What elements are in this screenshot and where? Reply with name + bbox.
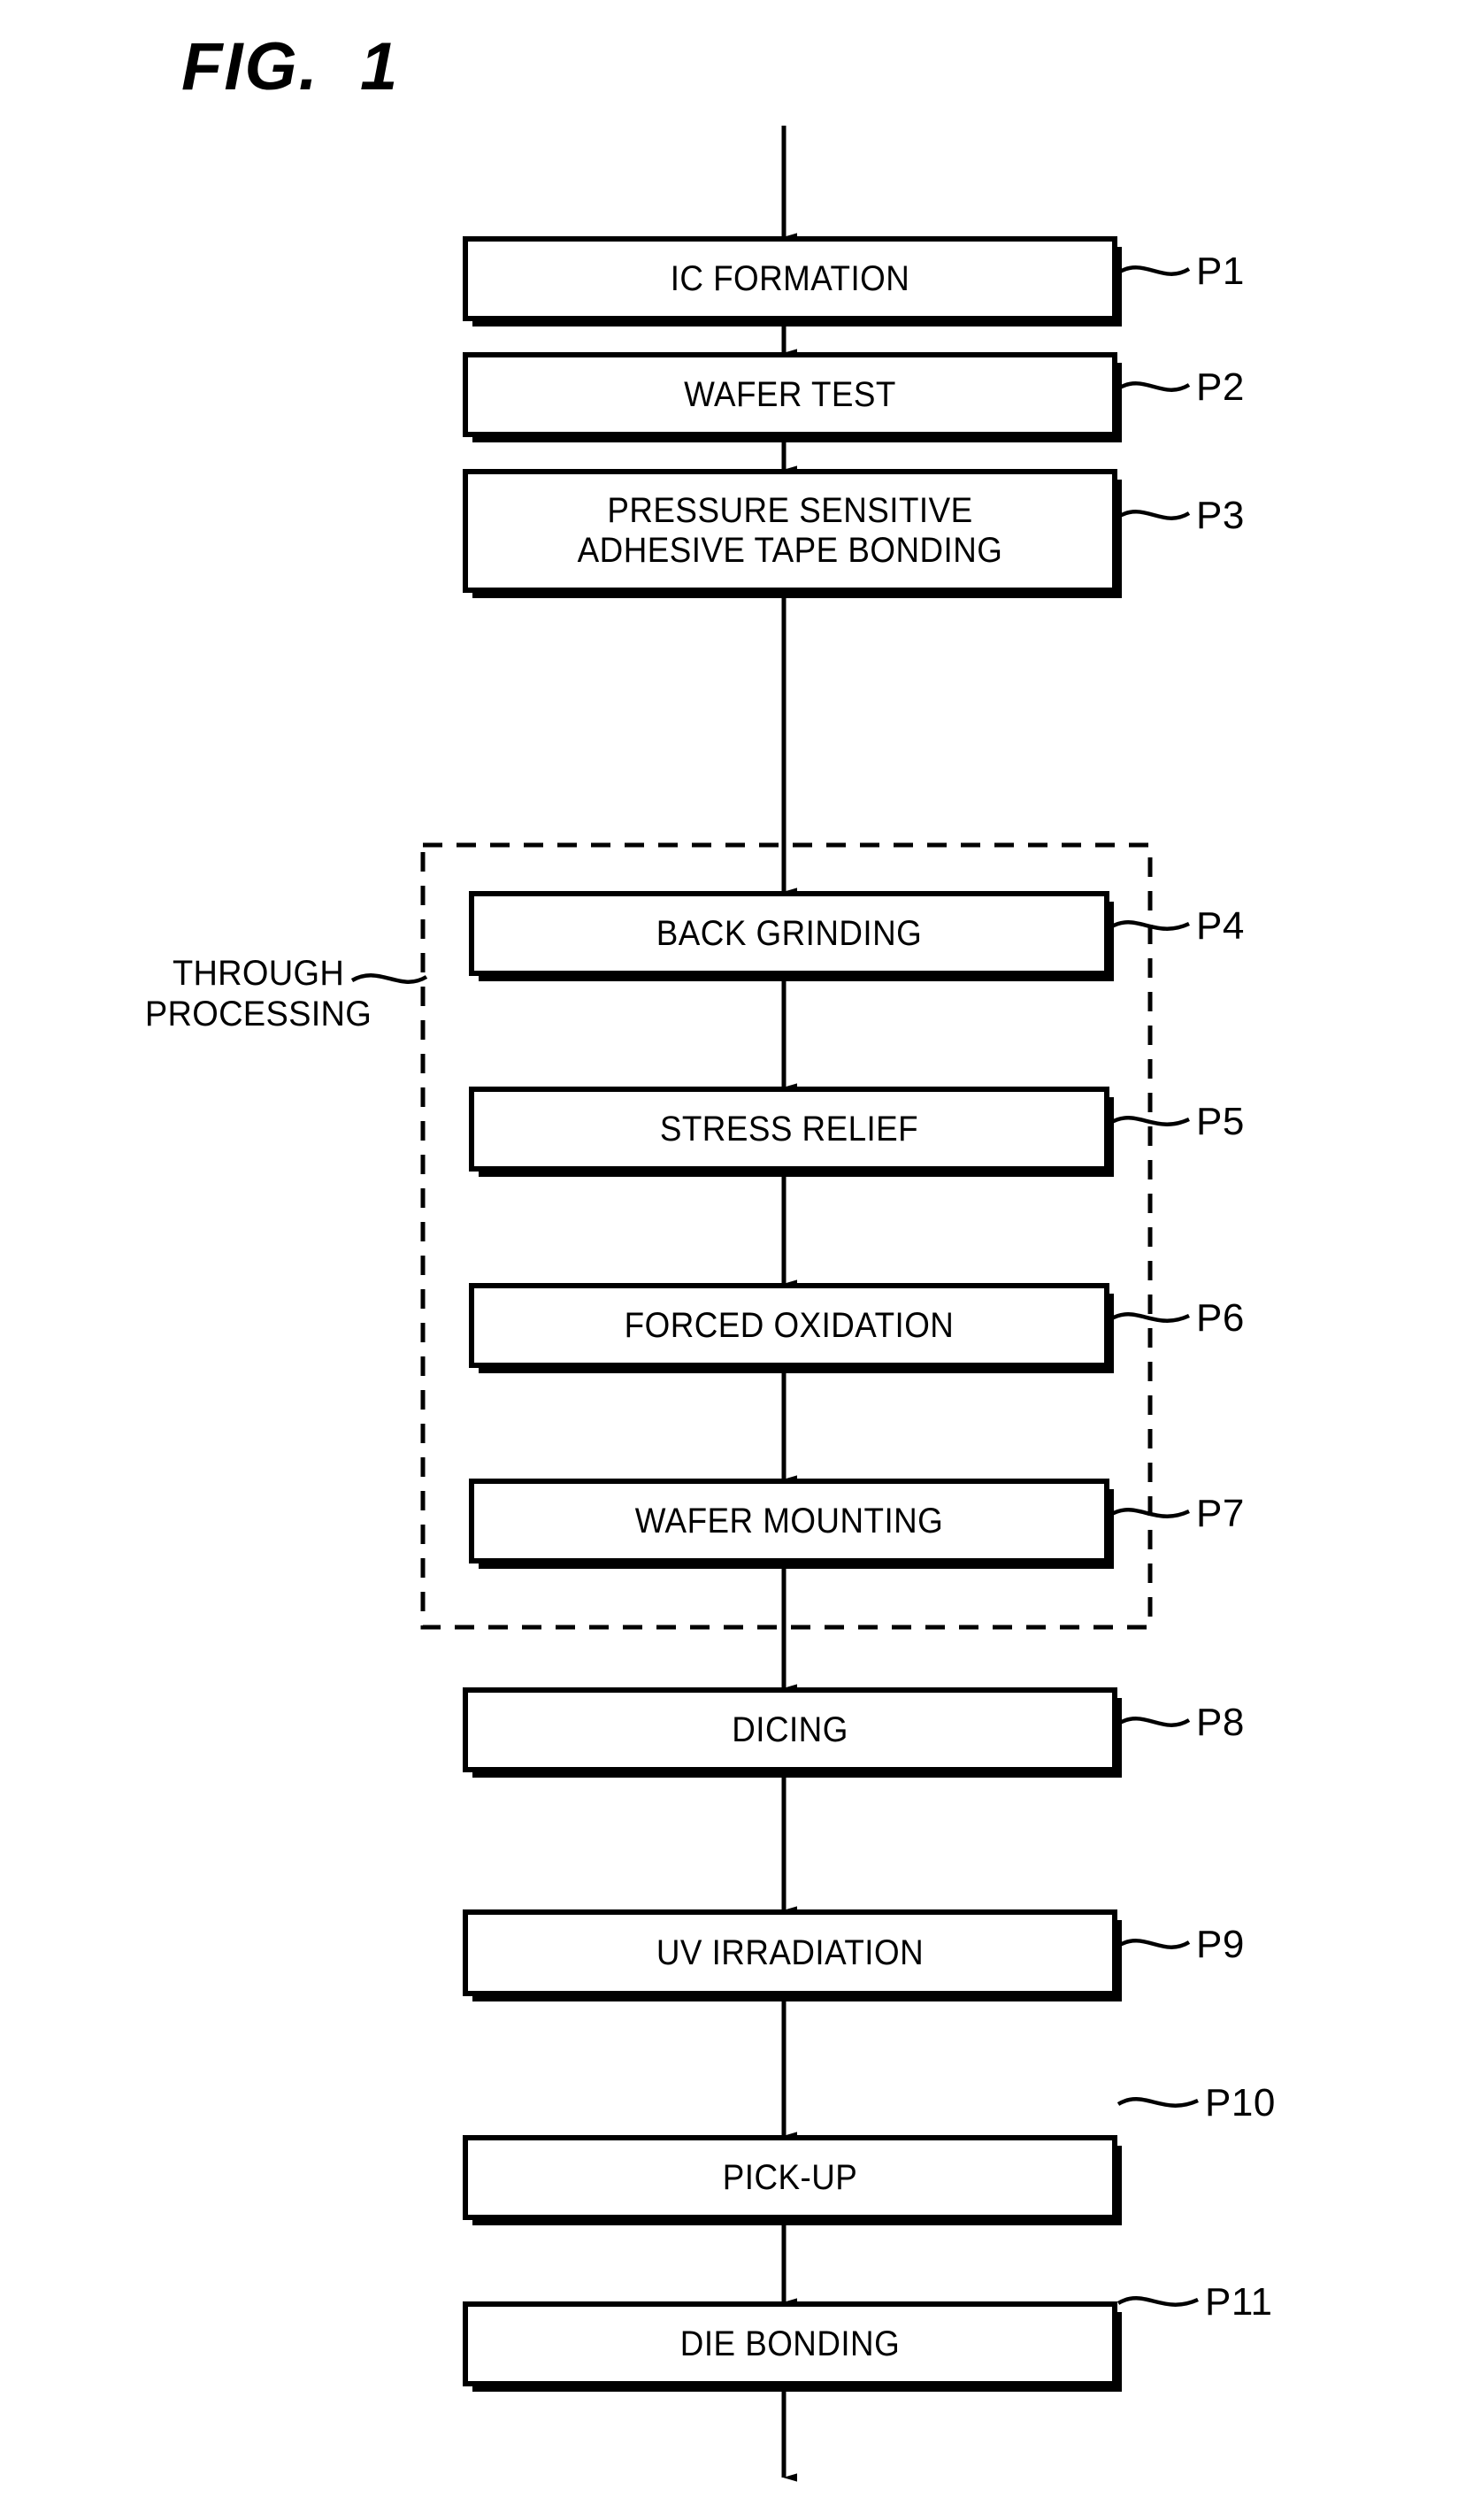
leader-line-p9 bbox=[1117, 1939, 1191, 1949]
ref-label-p10: P10 bbox=[1205, 2081, 1276, 2124]
patent-figure-1: FIG. 1 IC FORMATION WAFER TEST PRESSURE … bbox=[0, 0, 1481, 2520]
ref-label-p4: P4 bbox=[1196, 904, 1245, 948]
process-box-p5[interactable] bbox=[469, 1087, 1114, 1177]
process-box-p2[interactable] bbox=[463, 352, 1122, 442]
leader-line-p4 bbox=[1109, 920, 1190, 931]
flowchart-drawing-layer bbox=[350, 126, 1199, 2482]
process-box-p6[interactable] bbox=[469, 1283, 1114, 1373]
process-box-p4[interactable] bbox=[469, 891, 1114, 981]
ref-label-p8: P8 bbox=[1196, 1701, 1245, 1744]
leader-line-p3 bbox=[1117, 510, 1191, 520]
leader-line-p11 bbox=[1117, 2296, 1199, 2307]
leader-line-p8 bbox=[1117, 1717, 1191, 1727]
process-box-p3[interactable] bbox=[463, 469, 1122, 598]
ref-label-p1: P1 bbox=[1196, 250, 1245, 293]
ref-label-p6: P6 bbox=[1196, 1296, 1245, 1340]
ref-label-p2: P2 bbox=[1196, 365, 1245, 409]
through-processing-callout-label: THROUGH PROCESSING bbox=[144, 954, 372, 1033]
leader-line-p10 bbox=[1117, 2097, 1199, 2108]
leader-line-p1 bbox=[1117, 265, 1191, 276]
process-box-p10[interactable] bbox=[463, 2135, 1122, 2225]
process-box-p9[interactable] bbox=[463, 1909, 1122, 2001]
leader-line-p5 bbox=[1109, 1116, 1190, 1126]
ref-label-p7: P7 bbox=[1196, 1492, 1245, 1535]
process-box-p8[interactable] bbox=[463, 1687, 1122, 1778]
ref-label-p3: P3 bbox=[1196, 494, 1245, 537]
leader-line-p2 bbox=[1117, 381, 1191, 392]
ref-label-p9: P9 bbox=[1196, 1923, 1245, 1966]
leader-line-p6 bbox=[1109, 1312, 1190, 1323]
ref-label-p5: P5 bbox=[1196, 1100, 1245, 1143]
process-box-p11[interactable] bbox=[463, 2301, 1122, 2392]
ref-label-p11: P11 bbox=[1205, 2280, 1273, 2324]
process-box-p1[interactable] bbox=[463, 236, 1122, 327]
process-box-p7[interactable] bbox=[469, 1479, 1114, 1569]
